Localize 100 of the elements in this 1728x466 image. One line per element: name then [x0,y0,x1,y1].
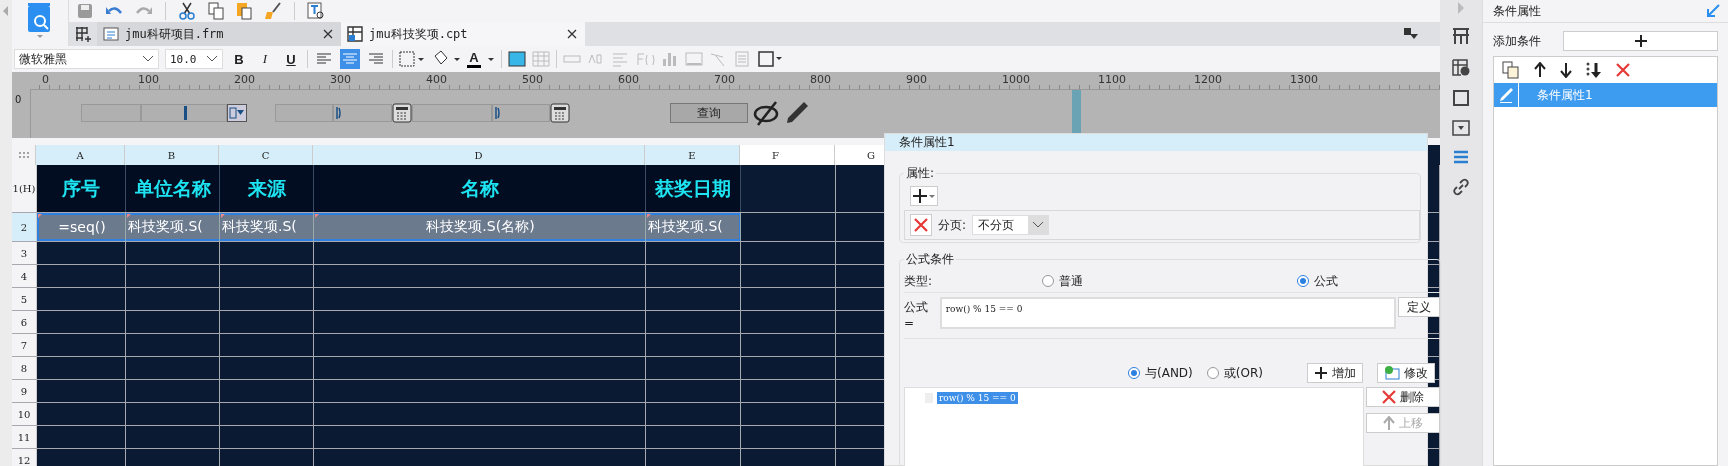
modify-button[interactable]: 修改 [1376,363,1435,383]
table-cell[interactable]: =seq() [37,213,126,241]
row-header[interactable]: 10 [12,403,37,425]
report-file-icon [347,26,363,42]
row-header[interactable]: 4 [12,265,37,287]
ruler-number: 300 [330,73,351,86]
table-header-cell: 单位名称 [126,165,220,212]
row-header[interactable]: 5 [12,288,37,310]
close-icon[interactable] [567,29,577,39]
row-header[interactable]: 12 [12,449,37,466]
font-color-button[interactable]: A [467,50,481,68]
ruler-number: 600 [618,73,639,86]
formula-field[interactable]: row() % 15 == 0 [939,297,1397,329]
panel-title: 条件属性 [1493,2,1541,20]
calendar-icon[interactable] [392,103,412,123]
table-cell[interactable]: 科技奖项.S( [646,213,741,241]
arrow-up-icon [1383,416,1395,430]
text-cell-icon[interactable] [508,51,526,67]
dropdown-icon[interactable] [227,104,247,122]
column-header[interactable]: F [740,145,835,165]
row-header[interactable]: 1(H) [12,165,37,212]
frame-icon[interactable] [757,50,783,68]
delete-button[interactable]: 删除 [1366,387,1440,407]
border-icon[interactable] [399,50,425,68]
condition-attribute-icon[interactable] [1452,149,1470,165]
link-icon[interactable] [1452,178,1470,196]
ruler-number: 800 [810,73,831,86]
copy-icon[interactable] [1502,61,1520,79]
row-header[interactable]: 2 [12,213,37,241]
page-boundary [1072,90,1081,136]
ruler-number: 700 [714,73,735,86]
arrow-up-icon[interactable] [1534,62,1546,78]
column-header[interactable]: E [645,145,740,165]
table-header-cell: 获奖日期 [646,165,741,212]
table-cell[interactable]: 科技奖项.S(名称) [314,213,646,241]
add-button[interactable]: 增加 [1306,363,1363,383]
file-tab[interactable]: jmu科技奖项.cpt [341,22,585,46]
table-cell[interactable]: 科技奖项.S( [220,213,314,241]
plus-icon [1633,34,1648,48]
dots-grid-icon [17,151,30,159]
formula-label: 公式= [904,299,929,330]
underline-button[interactable]: U [281,50,301,68]
row-header[interactable]: 3 [12,242,37,264]
border-square-icon[interactable] [1452,89,1470,107]
cell-info-icon[interactable] [1452,58,1470,76]
brace-icon [336,106,342,120]
row-header[interactable]: 9 [12,380,37,402]
plus-icon [1313,366,1328,380]
page-break-label: 分页: [938,216,967,234]
close-icon [1382,390,1396,404]
file-tab[interactable]: jmu科研项目.frm [97,22,341,46]
column-header[interactable]: D [313,145,645,165]
row-header[interactable]: 6 [12,311,37,333]
query-button[interactable]: 查询 [670,103,748,123]
copy-icon[interactable] [208,2,224,20]
add-property-button[interactable] [910,186,938,206]
define-button[interactable]: 定义 [1398,297,1440,317]
ruler-number: 0 [15,94,22,105]
hidden-eye-icon[interactable] [752,100,780,126]
arrow-down-icon[interactable] [1560,62,1572,78]
font-size-select[interactable]: 10.0 [165,49,223,69]
close-icon[interactable] [323,29,333,39]
text-search-icon[interactable] [307,2,325,20]
table-header-cell: 序号 [37,165,126,212]
font-select[interactable]: 微软雅黑 [14,49,159,69]
paste-icon[interactable] [236,2,252,20]
row-header[interactable]: 11 [12,426,37,448]
table-header-cell: 名称 [314,165,646,212]
logic-radio[interactable]: 与(AND) [1128,364,1193,382]
ruler-number: 1300 [1290,73,1318,86]
group-label: 属性: [905,165,936,182]
ruler-number: 100 [138,73,159,86]
cell-element-icon[interactable] [1452,27,1470,45]
widget-icon[interactable] [1452,120,1470,136]
calendar-icon[interactable] [550,103,570,123]
chevron-down-icon [1032,221,1045,229]
bold-button[interactable]: B [229,50,249,68]
brush-icon[interactable] [264,2,282,20]
grid-add-icon[interactable] [75,26,91,42]
italic-button[interactable]: I [255,50,275,68]
pencil-icon[interactable] [784,100,810,126]
column-header[interactable]: C [219,145,313,165]
move-to-bottom-icon[interactable] [1586,62,1602,78]
save-icon[interactable] [77,3,93,19]
page-break-select[interactable]: 不分页 [972,215,1050,235]
cut-icon[interactable] [178,2,196,20]
remove-button[interactable] [910,214,932,236]
column-header[interactable]: B [125,145,219,165]
type-radio[interactable]: 公式 [1297,272,1338,290]
row-header[interactable]: 8 [12,357,37,379]
logic-radio[interactable]: 或(OR) [1206,364,1263,382]
arrow-down-left-icon[interactable] [1706,4,1720,18]
selected-cell-range[interactable]: =seq() 科技奖项.S( 科技奖项.S( 科技奖项.S(名称) 科技奖项.S( [37,213,741,241]
ruler-number: 1000 [1002,73,1030,86]
table-cell[interactable]: 科技奖项.S( [126,213,220,241]
ruler-number: 1100 [1098,73,1126,86]
tab-menu-icon[interactable] [1404,28,1418,40]
row-header[interactable]: 7 [12,334,37,356]
type-radio[interactable]: 普通 [1042,272,1297,290]
column-header[interactable]: A [36,145,125,165]
